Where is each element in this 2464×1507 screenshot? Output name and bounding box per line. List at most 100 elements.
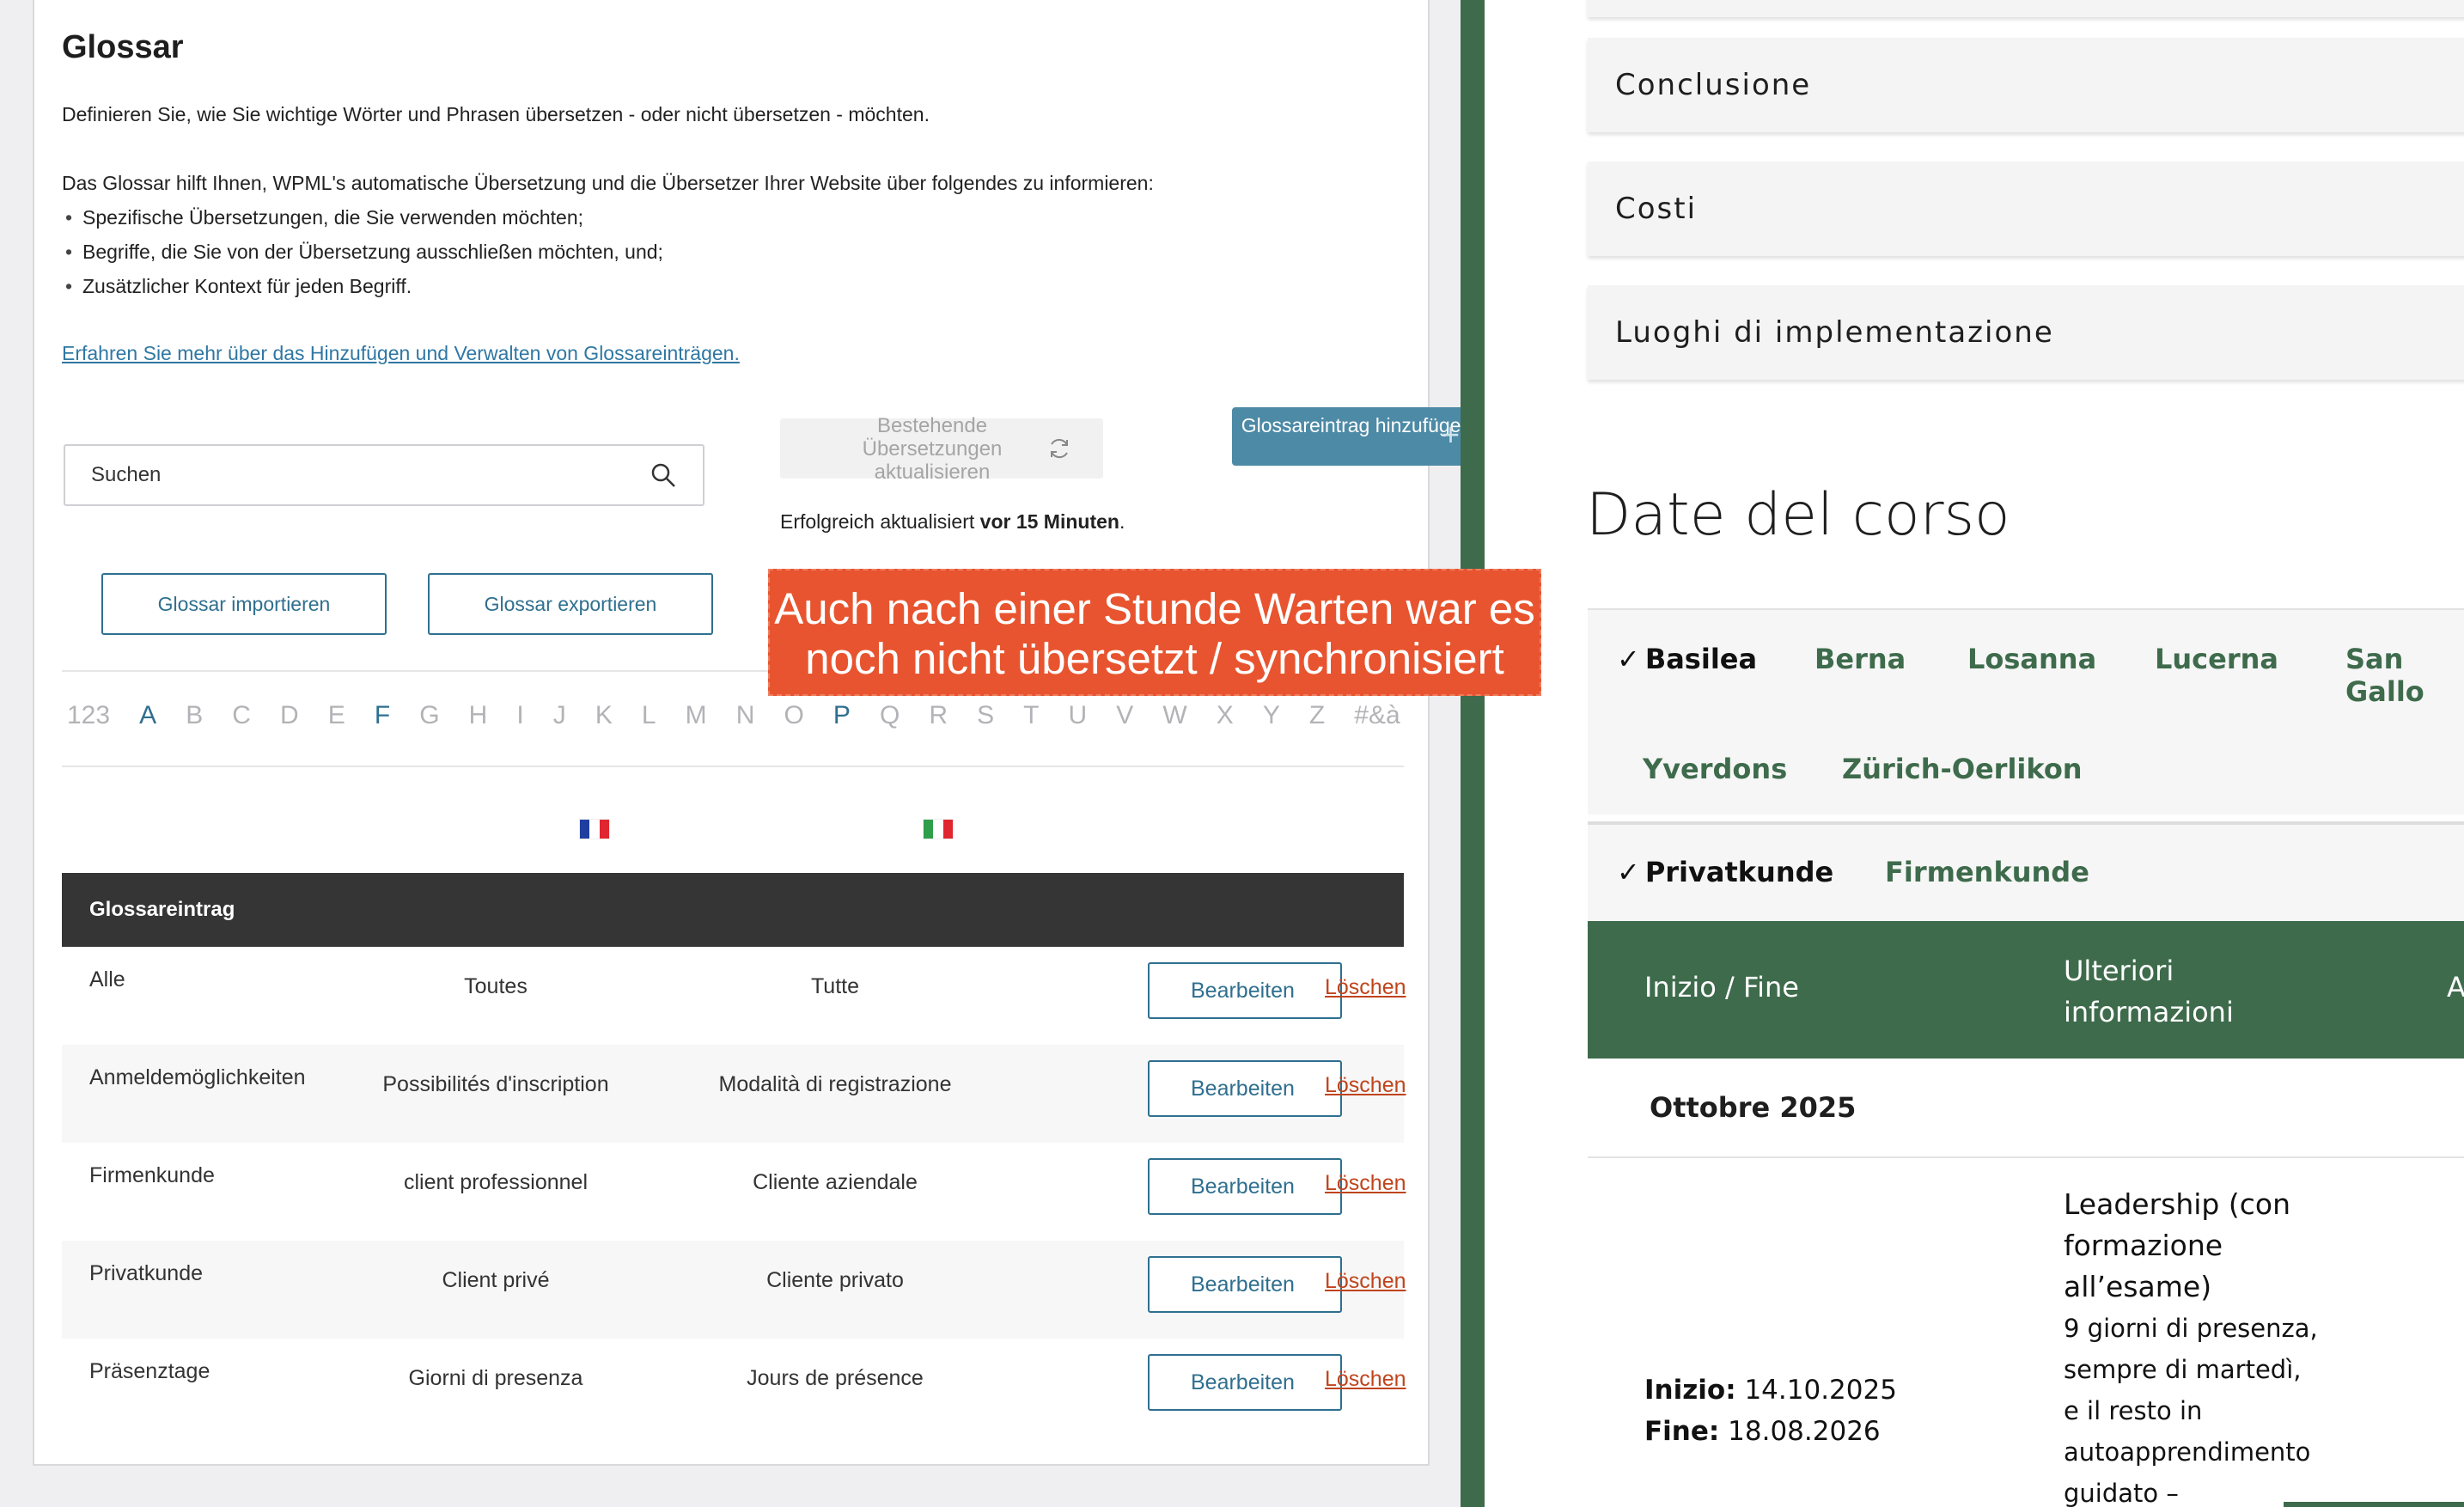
alphabet-letter: G [419,701,440,729]
alphabet-letter[interactable]: F [375,701,390,730]
accordion-item-luoghi[interactable]: Luoghi di implementazione [1588,285,2464,380]
alphabet-letter: V [1116,701,1134,729]
import-glossary-button[interactable]: Glossar importieren [101,573,387,635]
accordion-item-conclusione[interactable]: Conclusione [1588,38,2464,132]
learn-more-link[interactable]: Erfahren Sie mehr über das Hinzufügen un… [62,342,740,365]
flag-fr-icon [579,819,610,839]
french-cell: Client privé [442,1268,550,1292]
delete-link[interactable]: Löschen [1325,975,1406,1000]
delete-link[interactable]: Löschen [1325,1171,1406,1196]
italian-cell: Cliente aziendale [753,1170,918,1194]
export-glossary-button[interactable]: Glossar exportieren [428,573,713,635]
alphabet-letter: R [929,701,948,729]
city-tab[interactable]: ✓ Basilea [1617,643,1757,675]
alphabet-letter: N [735,701,755,729]
city-tab-label: Berna [1814,643,1906,675]
city-tab[interactable]: Zürich-Oerlikon [1842,753,2083,785]
customer-type-tab[interactable]: ✓ Privatkunde [1617,856,1833,888]
wpml-glossary-page: Glossar Definieren Sie, wie Sie wichtige… [0,0,1481,1507]
edit-button[interactable]: Bearbeiten [1148,1158,1342,1215]
delete-link[interactable]: Löschen [1325,1367,1406,1392]
city-tab-label: Basilea [1644,643,1758,675]
city-tab-label: Zürich-Oerlikon [1842,753,2083,785]
col-third: An [2447,971,2464,1004]
table-row: Alle Toutes Tutte Bearbeiten Löschen [62,947,1406,1045]
info-line: e il resto in [2064,1396,2203,1425]
end-value: 18.08.2026 [1728,1416,1881,1447]
alphabet-letter: O [784,701,804,729]
bullet-1: Spezifische Übersetzungen, die Sie verwe… [65,206,583,229]
plus-icon: + [1442,417,1461,452]
check-icon: ✓ [1617,856,1640,888]
alphabet-letter: S [977,701,995,729]
table-header-label: Glossareintrag [89,898,235,921]
start-date: Inizio: 14.10.2025 [1644,1370,1897,1411]
alphabet-letter: M [685,701,707,729]
alphabet-letter: J [552,701,566,729]
alphabet-letter: 123 [67,701,111,729]
intro-text: Definieren Sie, wie Sie wichtige Wörter … [62,103,930,125]
col-more-info: Ulteriori informazioni [2064,955,2234,1028]
start-value: 14.10.2025 [1744,1375,1897,1406]
city-tab[interactable]: Losanna [1967,643,2096,675]
delete-link[interactable]: Löschen [1325,1073,1406,1098]
term-cell: Privatkunde [89,1261,204,1285]
french-cell: Possibilités d'inscription [382,1072,609,1096]
alphabet-letter[interactable]: P [833,701,851,730]
alphabet-letter[interactable]: A [139,701,156,730]
city-tab-label: Losanna [1967,643,2097,675]
callout-line-2: noch nicht übersetzt / synchronisiert [805,634,1504,683]
city-tab-label: Yverdons [1643,753,1788,785]
city-tab[interactable]: Berna [1814,643,1906,675]
alphabet-letter: Y [1262,701,1280,729]
status-suffix: . [1119,510,1125,533]
table-row: Privatkunde Client privé Cliente privato Be… [62,1241,1406,1339]
check-icon: ✓ [1617,643,1640,675]
table-row: Firmenkunde client professionnel Cliente a… [62,1143,1406,1241]
alphabet-letter: T [1023,701,1040,729]
customer-type-tab[interactable]: Firmenkunde [1885,856,2089,888]
month-row: Ottobre 2025 [1588,1059,2464,1158]
update-translations-button[interactable]: Bestehende Übersetzungen aktualisieren [780,414,1103,484]
french-cell: client professionnel [403,1170,588,1194]
accordion-item-hidden[interactable] [1588,0,2464,17]
french-cell: Giorni di presenza [408,1366,583,1390]
italian-cell: Modalità di registrazione [718,1072,952,1096]
alphabet-letter: K [595,701,613,729]
status-prefix: Erfolgreich aktualisiert [780,510,975,533]
city-tab[interactable]: Lucerna [2155,643,2278,675]
website-preview: Conclusione Costi Luoghi di implementazi… [1485,0,2464,1507]
search-input[interactable]: Suchen [64,444,704,506]
dates-table-header: Inizio / Fine Ulteriori informazioni An [1588,921,2464,1059]
term-cell: Präsenztage [89,1359,210,1383]
alphabet-letter: D [280,701,299,729]
glossary-panel: Glossar Definieren Sie, wie Sie wichtige… [33,0,1481,1466]
accordion-item-costi[interactable]: Costi [1588,162,2464,256]
table-row: Anmeldemöglichkeiten Possibilités d'inscr… [62,1045,1406,1143]
table-row: Präsenztage Giorni di presenza Jours de pr… [62,1339,1406,1437]
edit-button[interactable]: Bearbeiten [1148,1256,1342,1313]
edit-button[interactable]: Bearbeiten [1148,962,1342,1019]
end-label: Fine: [1644,1416,1720,1447]
edit-button[interactable]: Bearbeiten [1148,1354,1342,1411]
city-tab[interactable]: Yverdons [1643,753,1787,785]
callout-line-1: Auch nach einer Stunde Warten war es [774,584,1535,633]
edit-button[interactable]: Bearbeiten [1148,1060,1342,1117]
refresh-icon [1051,438,1068,459]
term-cell: Anmeldemöglichkeiten [89,1065,306,1089]
window-divider [1461,0,1485,1507]
bullet-2: Begriffe, die Sie von der Übersetzung au… [65,241,663,264]
search-icon[interactable] [650,461,677,489]
course-info: Leadership (con formazione all’esame) 9 gio… [2064,1184,2347,1507]
course-dates-heading: Date del corso [1586,481,2010,549]
page-title: Glossar [62,29,184,65]
delete-link[interactable]: Löschen [1325,1269,1406,1294]
term-cell: Alle [89,967,125,991]
lead-text: Das Glossar hilft Ihnen, WPML's automati… [62,172,1154,194]
info-title-line: formazione [2064,1229,2223,1262]
alphabet-letter: Z [1308,701,1326,729]
info-line: sempre di martedì, [2064,1355,2302,1384]
city-tab[interactable]: San Gallo [2345,643,2464,708]
update-translations-label: Bestehende Übersetzungen aktualisieren [862,413,1003,484]
alphabet-letter: X [1216,701,1234,729]
